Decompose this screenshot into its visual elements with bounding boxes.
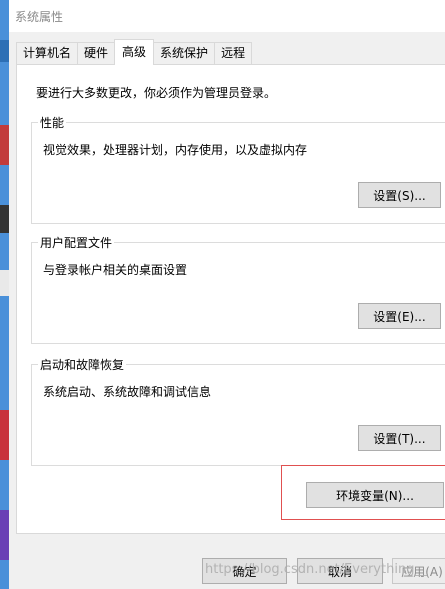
startup-recovery-description: 系统启动、系统故障和调试信息 <box>43 385 212 399</box>
desktop-icon[interactable] <box>0 205 9 233</box>
window-title: 系统属性 <box>15 10 64 24</box>
performance-group-label: 性能 <box>38 114 67 131</box>
user-profiles-group: 用户配置文件 与登录帐户相关的桌面设置 设置(E)... <box>31 234 445 344</box>
admin-notice: 要进行大多数更改，你必须作为管理员登录。 <box>36 86 277 100</box>
advanced-tab-page: 要进行大多数更改，你必须作为管理员登录。 性能 视觉效果，处理器计划，内存使用，… <box>16 64 445 534</box>
apply-button[interactable]: 应用(A) <box>392 558 445 584</box>
environment-variables-button[interactable]: 环境变量(N)... <box>306 482 444 508</box>
ok-button[interactable]: 确定 <box>202 558 287 584</box>
tab-advanced[interactable]: 高级 <box>114 39 155 65</box>
desktop-icon[interactable] <box>0 270 9 296</box>
tab-strip: 计算机名 硬件 高级 系统保护 远程 <box>16 39 253 65</box>
user-profiles-settings-button[interactable]: 设置(E)... <box>358 303 441 329</box>
tab-hardware[interactable]: 硬件 <box>77 42 115 64</box>
startup-recovery-settings-button[interactable]: 设置(T)... <box>358 425 441 451</box>
startup-recovery-group-label: 启动和故障恢复 <box>38 356 127 373</box>
tab-computer-name[interactable]: 计算机名 <box>16 42 78 64</box>
desktop-icon[interactable] <box>0 510 9 560</box>
desktop-icon[interactable] <box>0 125 9 165</box>
performance-group: 性能 视觉效果，处理器计划，内存使用，以及虚拟内存 设置(S)... <box>31 114 445 224</box>
desktop-icon[interactable] <box>0 40 9 62</box>
cancel-button[interactable]: 取消 <box>297 558 383 584</box>
user-profiles-description: 与登录帐户相关的桌面设置 <box>43 263 188 277</box>
desktop-strip <box>0 0 9 589</box>
tab-remote[interactable]: 远程 <box>214 42 253 64</box>
dialog-footer: 确定 取消 应用(A) <box>9 534 445 589</box>
desktop-icon[interactable] <box>0 410 9 460</box>
startup-recovery-group: 启动和故障恢复 系统启动、系统故障和调试信息 设置(T)... <box>31 356 445 466</box>
title-bar[interactable]: 系统属性 <box>9 0 445 32</box>
system-properties-window: 系统属性 计算机名 硬件 高级 系统保护 远程 要进行大多数更改，你必须作为管理… <box>9 0 445 589</box>
user-profiles-group-label: 用户配置文件 <box>38 234 115 251</box>
performance-description: 视觉效果，处理器计划，内存使用，以及虚拟内存 <box>43 143 308 157</box>
performance-settings-button[interactable]: 设置(S)... <box>358 182 441 208</box>
tab-system-protection[interactable]: 系统保护 <box>154 42 215 64</box>
